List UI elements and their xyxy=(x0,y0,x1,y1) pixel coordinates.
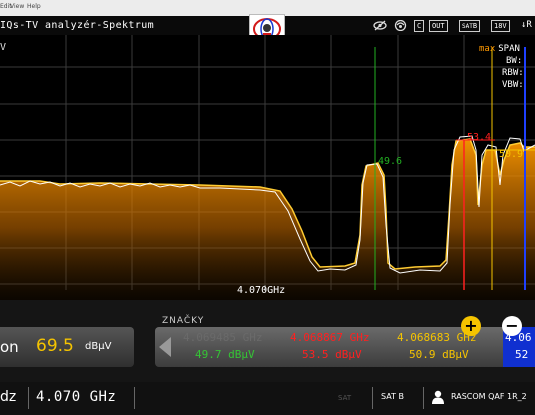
bw-label: BW: xyxy=(506,56,523,66)
level-label: on xyxy=(0,338,19,356)
spectrum-fill xyxy=(0,139,535,300)
green-marker-freq: 4.069485 GHz xyxy=(183,331,263,344)
eye-slash-icon[interactable] xyxy=(373,20,387,31)
rbw-label: RBW: xyxy=(502,68,524,78)
y-unit-label: V xyxy=(0,42,7,53)
level-value: 69.5 xyxy=(36,336,74,356)
status-bar: dz 4.070 GHz SAT SAT B RASCOM QAF 1R_2 xyxy=(0,382,535,415)
satellite-dish-icon[interactable] xyxy=(394,20,407,31)
sat-logo: SAT xyxy=(338,394,352,402)
red-marker-level: 53.5 dBµV xyxy=(302,348,362,361)
transponder-name[interactable]: RASCOM QAF 1R_2 xyxy=(451,392,527,401)
red-marker-readout: 53.4 xyxy=(467,132,492,143)
spectrum-plot[interactable] xyxy=(0,35,535,300)
yellow-marker-level: 50.9 dBµV xyxy=(409,348,469,361)
right-indicator: ↓R xyxy=(521,20,532,30)
right-labels: max SPAN BW: RBW: VBW: xyxy=(479,43,524,91)
level-unit: dBµV xyxy=(85,341,112,352)
c-indicator: C xyxy=(414,20,425,32)
sat-prefix: SAT xyxy=(462,23,473,30)
red-marker-freq: 4.068867 GHz xyxy=(290,331,370,344)
sat-indicator: SATB xyxy=(459,20,481,32)
sat-value: B xyxy=(472,22,478,30)
menu-item-help[interactable]: Help xyxy=(27,3,41,10)
collapse-arrow-icon[interactable] xyxy=(159,337,171,357)
unit-label: dz xyxy=(0,389,17,405)
window-title: IQs-TV analyzér-Spektrum xyxy=(0,20,155,31)
max-label: max xyxy=(479,44,496,54)
remove-marker-button[interactable]: − xyxy=(502,316,522,336)
center-frequency-label: 4.070GHz xyxy=(237,285,286,296)
green-marker-level: 49.7 dBµV xyxy=(195,348,255,361)
markers-title: ZNAČKY xyxy=(162,316,205,326)
green-marker-readout: 49.6 xyxy=(378,156,403,167)
separator xyxy=(28,387,29,409)
menu-item-view[interactable]: View xyxy=(10,3,24,10)
level-panel[interactable]: on 69.5 dBµV xyxy=(0,327,134,367)
separator xyxy=(134,387,135,409)
vbw-label: VBW: xyxy=(502,80,524,90)
yellow-marker-readout: 50.9 xyxy=(499,149,524,160)
spectrum-svg xyxy=(0,35,535,300)
separator xyxy=(372,387,373,409)
span-label: SPAN xyxy=(498,44,520,54)
blue-marker-level: 52 xyxy=(515,348,529,361)
user-icon xyxy=(432,390,444,404)
out-indicator: OUT xyxy=(429,20,448,32)
add-marker-button[interactable]: + xyxy=(461,316,481,336)
tuned-frequency[interactable]: 4.070 GHz xyxy=(36,389,116,405)
separator xyxy=(423,387,424,409)
sat-band[interactable]: SAT B xyxy=(381,392,404,401)
voltage-indicator: 18V xyxy=(491,20,510,32)
